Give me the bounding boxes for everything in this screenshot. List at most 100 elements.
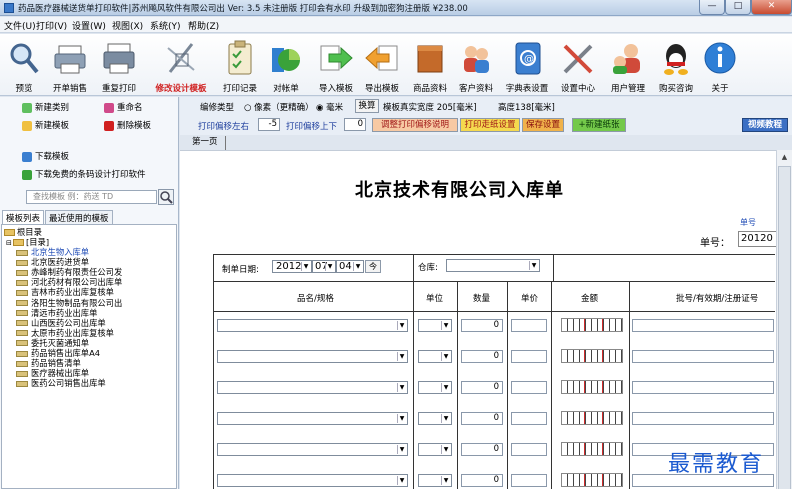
product-select[interactable]: ▼	[217, 443, 408, 456]
edit-template-button[interactable]: 修改设计模板	[155, 36, 207, 94]
tree-item[interactable]: 河北药材有限公司出库单	[16, 277, 122, 287]
tree-dir[interactable]: ⊟ [目录]	[6, 237, 49, 247]
tab-recent-templates[interactable]: 最近使用的模板	[45, 210, 113, 224]
tree-item[interactable]: 山西医药公司出库单	[16, 318, 106, 328]
today-button[interactable]: 今	[365, 260, 381, 273]
month-select[interactable]: 07 ▼	[312, 260, 336, 273]
export-template-button[interactable]: 导出模板	[362, 36, 402, 94]
tree-item[interactable]: 北京医药进货单	[16, 257, 89, 267]
batch-number-input[interactable]	[632, 412, 774, 425]
search-button[interactable]	[158, 189, 174, 205]
batch-number-input[interactable]	[632, 381, 774, 394]
vertical-scrollbar[interactable]: ▲	[776, 150, 792, 489]
print-log-button[interactable]: 打印记录	[220, 36, 260, 94]
tree-item[interactable]: 医药公司销售出库单	[16, 378, 106, 388]
quantity-input[interactable]: 0	[461, 381, 503, 394]
product-select[interactable]: ▼	[217, 474, 408, 487]
unit-select[interactable]: ▼	[418, 319, 452, 332]
tree-item[interactable]: 医疗器械出库单	[16, 368, 89, 378]
batch-number-input[interactable]	[632, 319, 774, 332]
unit-select[interactable]: ▼	[418, 350, 452, 363]
product-select[interactable]: ▼	[217, 381, 408, 394]
new-sale-button[interactable]: 开单销售	[50, 36, 90, 94]
quantity-input[interactable]: 0	[461, 319, 503, 332]
new-template-button[interactable]: 新建模板	[22, 119, 69, 133]
statement-button[interactable]: 对帐单	[268, 36, 304, 94]
tree-item[interactable]: 洛阳生物制品有限公司出	[16, 298, 122, 308]
batch-number-input[interactable]	[632, 350, 774, 363]
offset-ud-input[interactable]: 0	[344, 118, 366, 131]
settings-center-button[interactable]: 设置中心	[558, 36, 598, 94]
quantity-input[interactable]: 0	[461, 443, 503, 456]
unit-select[interactable]: ▼	[418, 443, 452, 456]
save-settings-button[interactable]: 保存设置	[522, 118, 564, 132]
tab-template-list[interactable]: 模板列表	[2, 210, 45, 224]
menu-help[interactable]: 帮助(Z)	[188, 19, 219, 32]
dictionary-button[interactable]: @ 字典表设置	[504, 36, 550, 94]
unit-select[interactable]: ▼	[418, 381, 452, 394]
radio-mm[interactable]: ◉ 毫米	[316, 101, 343, 113]
tree-root[interactable]: 根目录	[4, 227, 42, 237]
tree-item[interactable]: 清远市药业出库单	[16, 308, 97, 318]
reprint-button[interactable]: 重复打印	[99, 36, 139, 94]
new-paper-button[interactable]: +新建纸张	[572, 118, 626, 132]
rename-button[interactable]: 重命名	[104, 101, 143, 115]
clipboard-icon	[223, 40, 257, 76]
preview-button[interactable]: 预览	[10, 36, 39, 94]
scroll-thumb[interactable]	[778, 166, 791, 489]
import-template-button[interactable]: 导入模板	[316, 36, 356, 94]
offset-lr-input[interactable]: -5	[258, 118, 280, 131]
tree-item[interactable]: 吉林市药业出库复核单	[16, 287, 114, 297]
purchase-consult-button[interactable]: 购买咨询	[656, 36, 696, 94]
unit-price-input[interactable]	[511, 412, 547, 425]
convert-button[interactable]: 换算	[355, 99, 379, 113]
day-select[interactable]: 04 ▼	[336, 260, 364, 273]
maximize-button[interactable]: □	[725, 0, 751, 15]
tree-item[interactable]: 药品销售出库单A4	[16, 348, 100, 358]
product-info-button[interactable]: 商品资料	[410, 36, 450, 94]
template-search-input[interactable]: 查找模板 例：药送 TD	[26, 190, 157, 204]
menu-settings[interactable]: 设置(W)	[72, 19, 106, 32]
year-select[interactable]: 2012 ▼	[272, 260, 312, 273]
tab-page-one[interactable]: 第一页	[190, 136, 226, 150]
video-tutorial-button[interactable]: 视频教程	[742, 118, 788, 132]
dropdown-arrow-icon: ▼	[441, 476, 450, 485]
close-button[interactable]: ✕	[751, 0, 792, 15]
product-select[interactable]: ▼	[217, 412, 408, 425]
quantity-input[interactable]: 0	[461, 474, 503, 487]
doc-number-field[interactable]: 20120	[738, 231, 778, 247]
tree-item[interactable]: 委托灭菌通知单	[16, 338, 89, 348]
quantity-input[interactable]: 0	[461, 412, 503, 425]
unit-price-input[interactable]	[511, 474, 547, 487]
menu-view[interactable]: 视图(X)	[112, 19, 143, 32]
unit-price-input[interactable]	[511, 381, 547, 394]
menu-file[interactable]: 文件(U)	[4, 19, 36, 32]
unit-select[interactable]: ▼	[418, 474, 452, 487]
about-button[interactable]: 关于	[704, 36, 736, 94]
tree-item[interactable]: 赤峰制药有限责任公司发	[16, 267, 122, 277]
menu-print[interactable]: 打印(V)	[36, 19, 67, 32]
unit-price-input[interactable]	[511, 443, 547, 456]
tree-item[interactable]: 太原市药业出库复核单	[16, 328, 114, 338]
unit-price-input[interactable]	[511, 319, 547, 332]
menu-system[interactable]: 系统(Y)	[150, 19, 181, 32]
product-select[interactable]: ▼	[217, 350, 408, 363]
quantity-input[interactable]: 0	[461, 350, 503, 363]
tree-item[interactable]: 北京生物入库单	[16, 247, 89, 257]
unit-price-input[interactable]	[511, 350, 547, 363]
delete-template-button[interactable]: 删除模板	[104, 119, 151, 133]
product-select[interactable]: ▼	[217, 319, 408, 332]
adjust-offset-help-button[interactable]: 调整打印偏移说明	[372, 118, 458, 132]
warehouse-select[interactable]: ▼	[446, 259, 540, 272]
download-barcode-software-button[interactable]: 下载免费的条码设计打印软件	[22, 168, 146, 182]
radio-pixel[interactable]: ○ 像素（更精确）	[244, 101, 314, 113]
customer-info-button[interactable]: 客户资料	[456, 36, 496, 94]
user-manage-button[interactable]: 用户管理	[608, 36, 648, 94]
paper-feed-settings-button[interactable]: 打印走纸设置	[460, 118, 520, 132]
download-template-button[interactable]: 下载模板	[22, 150, 69, 164]
minimize-button[interactable]: —	[699, 0, 725, 15]
new-category-button[interactable]: 新建类别	[22, 101, 69, 115]
unit-select[interactable]: ▼	[418, 412, 452, 425]
scroll-up-arrow-icon[interactable]: ▲	[777, 150, 792, 164]
tree-item[interactable]: 药品销售清单	[16, 358, 81, 368]
